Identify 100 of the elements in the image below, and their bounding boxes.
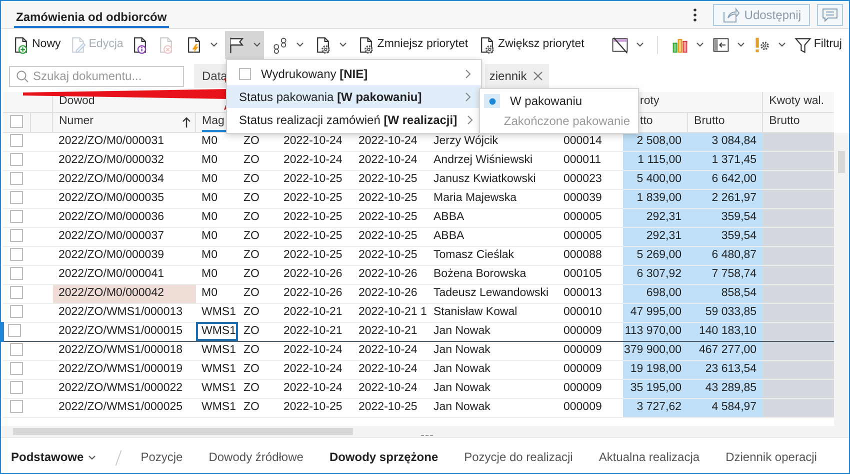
checkbox[interactable]: [10, 114, 22, 128]
toolbar-button[interactable]: Zmniejsz priorytet: [354, 30, 472, 58]
table-cell: 2022-10-24: [278, 360, 352, 379]
table-cell: 359,54: [688, 227, 763, 246]
table-cell: ZO: [238, 246, 278, 265]
more-icon: [693, 8, 698, 22]
table-cell: 5 269,00: [622, 246, 688, 265]
caret-icon: [88, 454, 96, 460]
checkbox[interactable]: [10, 305, 22, 318]
table-cell: 6 480,87: [688, 246, 763, 265]
table-cell: 2022-10-25: [278, 189, 352, 208]
table-cell: 59 033,85: [688, 303, 763, 322]
table-cell: ZO: [238, 284, 278, 303]
table-cell: ZO: [238, 322, 278, 341]
table-cell: 2022-10-25: [352, 398, 428, 417]
radio-dot-icon: [488, 98, 496, 104]
checkbox[interactable]: [10, 153, 22, 166]
checkbox[interactable]: [10, 362, 22, 376]
table-cell: 2022-10-25: [278, 208, 352, 227]
tab[interactable]: Dziennik operacji: [716, 440, 827, 473]
caret-icon: [296, 42, 304, 47]
checkbox[interactable]: [10, 286, 22, 300]
table-cell: Andrzej Wiśniewski: [428, 151, 558, 170]
table-cell: ZO: [238, 265, 278, 284]
checkbox[interactable]: [10, 229, 22, 242]
table-cell: Bożena Borowska: [428, 265, 558, 284]
toolbar-button[interactable]: Zwiększ priorytet: [475, 30, 588, 58]
table-cell: 2022-10-26: [278, 284, 352, 303]
tab[interactable]: Dowody źródłowe: [198, 440, 314, 473]
checkbox[interactable]: [10, 172, 22, 186]
document-plus-icon: [12, 36, 30, 54]
table-cell: 858,54: [688, 284, 763, 303]
checkbox[interactable]: [10, 210, 22, 224]
close-icon[interactable]: [532, 71, 543, 81]
tab[interactable]: Pozycje do realizacji: [454, 440, 583, 473]
table-cell: ZO: [238, 170, 278, 189]
table-cell: M0: [196, 227, 238, 246]
table-cell: 2022-10-25: [352, 170, 428, 189]
table-cell: WMS1: [196, 341, 238, 360]
tab[interactable]: Aktualna realizacja: [588, 440, 710, 473]
filter-chip[interactable]: ziennik: [485, 64, 549, 88]
table-cell: 43 289,85: [688, 379, 763, 398]
table-cell: 2022-10-25: [278, 227, 352, 246]
table-cell: 2 508,00: [622, 132, 688, 151]
tab[interactable]: Pozycje: [130, 440, 193, 473]
checkbox[interactable]: [10, 248, 22, 262]
menu-item[interactable]: W pakowaniu: [480, 91, 638, 111]
checkbox[interactable]: [10, 267, 22, 280]
checkbox[interactable]: [10, 400, 22, 414]
table-cell: 6 307,92: [622, 265, 688, 284]
caret-icon: [736, 42, 745, 47]
table-cell: Tadeusz Lewandowski: [428, 284, 558, 303]
table-cell: 2022-10-26: [278, 265, 352, 284]
vertical-scrollbar[interactable]: [834, 133, 849, 426]
chevron-right-icon: [465, 68, 471, 78]
search-field[interactable]: Szukaj dokumentu...: [9, 66, 184, 86]
table-cell: 2022-10-21: [352, 322, 428, 341]
table-cell: ABBA: [428, 227, 558, 246]
grip-icon: [421, 434, 433, 437]
checkbox[interactable]: [10, 381, 22, 394]
menu-item[interactable]: Status realizacji zamówień [W realizacji]: [227, 108, 481, 131]
toolbar-button[interactable]: Nowy: [9, 30, 64, 58]
checkbox[interactable]: [10, 343, 22, 356]
table-cell: 2022-10-21 1: [352, 303, 428, 322]
caret-icon: [636, 42, 644, 47]
tab[interactable]: Dowody sprzężone: [319, 440, 448, 473]
table-cell: 2022/ZO/M0/000036: [52, 208, 196, 227]
checkbox[interactable]: [10, 134, 22, 148]
table-cell: Jan Nowak: [428, 322, 558, 341]
horizontal-scrollbar[interactable]: [1, 426, 849, 437]
table-cell: 2022-10-24: [278, 151, 352, 170]
comment-button[interactable]: [817, 4, 843, 26]
flag-button[interactable]: [225, 30, 264, 58]
table-cell: 359,54: [688, 208, 763, 227]
table-cell: 1 839,00: [622, 189, 688, 208]
table-cell: Jan Nowak: [428, 360, 558, 379]
table-cell: 6 642,00: [688, 170, 763, 189]
table-cell: 4 584,97: [688, 398, 763, 417]
table-cell: Stanisław Kowal: [428, 303, 558, 322]
table-cell: M0: [196, 265, 238, 284]
checkbox[interactable]: [8, 324, 21, 338]
toolbar-button[interactable]: Filtruj: [790, 30, 845, 58]
table-cell: Maria Majewska: [428, 189, 558, 208]
table-cell: ZO: [238, 208, 278, 227]
table-cell: 113 970,00: [622, 322, 688, 341]
search-icon: [16, 70, 29, 82]
table-cell: 3 084,84: [688, 132, 763, 151]
view-dropdown[interactable]: Podstawowe: [11, 440, 106, 473]
table-cell: 467 277,00: [688, 341, 763, 360]
checkbox[interactable]: [10, 191, 22, 204]
table-cell: WMS1: [196, 322, 238, 341]
caret-icon: [210, 42, 218, 47]
table-cell: 3 727,62: [622, 398, 688, 417]
table-cell: 379 900,00: [622, 341, 688, 360]
table-cell: ABBA: [428, 208, 558, 227]
table-cell: 2022-10-25: [278, 170, 352, 189]
table-cell: M0: [196, 151, 238, 170]
table-cell: 2022/ZO/M0/000037: [52, 227, 196, 246]
menu-item[interactable]: Status pakowania [W pakowaniu]: [227, 85, 481, 108]
table-cell: ZO: [238, 398, 278, 417]
